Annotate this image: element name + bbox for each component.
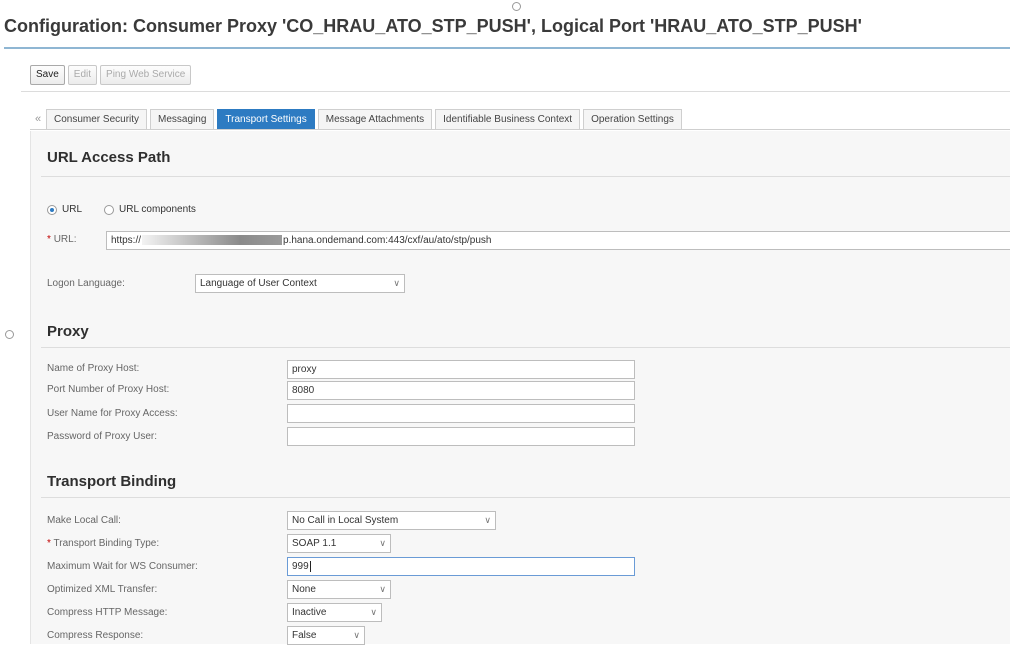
config-frame: Save Edit Ping Web Service « Consumer Se… [21, 58, 1010, 645]
binding-type-select[interactable]: SOAP 1.1 ∨ [287, 534, 391, 553]
section-divider [41, 176, 1010, 177]
url-radio[interactable] [47, 204, 57, 215]
chevron-down-icon: ∨ [379, 538, 386, 548]
chevron-down-icon: ∨ [353, 630, 360, 640]
page-title: Configuration: Consumer Proxy 'CO_HRAU_A… [4, 16, 862, 36]
xml-transfer-select[interactable]: None ∨ [287, 580, 391, 599]
chevron-down-icon: ∨ [393, 278, 400, 288]
url-radio-label: URL [62, 204, 83, 215]
tab-messaging[interactable]: Messaging [150, 109, 215, 129]
compress-http-select[interactable]: Inactive ∨ [287, 603, 382, 622]
title-divider [4, 47, 1010, 49]
chevron-down-icon: ∨ [379, 584, 386, 594]
resize-handle-left[interactable] [5, 330, 14, 339]
tab-consumer-security[interactable]: Consumer Security [46, 109, 148, 129]
proxy-password-input[interactable] [287, 427, 635, 446]
edit-button[interactable]: Edit [67, 65, 98, 85]
proxy-port-label: Port Number of Proxy Host: [47, 384, 170, 395]
text-cursor [309, 560, 311, 572]
max-wait-label: Maximum Wait for WS Consumer: [47, 561, 198, 572]
tab-identifiable-business-context[interactable]: Identifiable Business Context [435, 109, 581, 129]
url-access-path-heading: URL Access Path [47, 149, 171, 166]
section-divider [41, 497, 1010, 498]
proxy-user-input[interactable] [287, 404, 635, 423]
url-input[interactable]: https://p.hana.ondemand.com:443/cxf/au/a… [106, 231, 1010, 250]
redacted-host-mask [142, 235, 283, 246]
url-components-radio-label: URL components [119, 204, 196, 215]
section-divider [41, 347, 1010, 348]
compress-http-label: Compress HTTP Message: [47, 607, 168, 618]
save-button[interactable]: Save [30, 65, 65, 85]
chevron-down-icon: ∨ [484, 515, 491, 525]
tab-operation-settings[interactable]: Operation Settings [583, 109, 682, 129]
compress-response-select[interactable]: False ∨ [287, 626, 365, 645]
tab-message-attachments[interactable]: Message Attachments [317, 109, 433, 129]
tab-scroll-left-icon[interactable]: « [30, 110, 46, 129]
resize-handle-top[interactable] [512, 2, 521, 11]
url-mode-radio-group: URL URL components [47, 204, 196, 215]
url-label: * URL: [47, 234, 77, 245]
tab-strip: « Consumer Security Messaging Transport … [30, 109, 685, 129]
proxy-host-input[interactable]: proxy [287, 360, 635, 379]
xml-transfer-label: Optimized XML Transfer: [47, 584, 158, 595]
tab-transport-settings[interactable]: Transport Settings [217, 109, 315, 129]
proxy-password-label: Password of Proxy User: [47, 431, 158, 442]
ping-web-service-button[interactable]: Ping Web Service [100, 65, 192, 85]
proxy-heading: Proxy [47, 323, 89, 340]
proxy-port-input[interactable]: 8080 [287, 381, 635, 400]
logon-language-select[interactable]: Language of User Context ∨ [195, 274, 405, 293]
chevron-down-icon: ∨ [370, 607, 377, 617]
transport-binding-heading: Transport Binding [47, 473, 177, 490]
compress-response-label: Compress Response: [47, 630, 144, 641]
logon-language-label: Logon Language: [47, 278, 125, 289]
url-components-radio[interactable] [104, 204, 115, 215]
proxy-user-label: User Name for Proxy Access: [47, 408, 178, 419]
proxy-host-label: Name of Proxy Host: [47, 363, 140, 374]
local-call-label: Make Local Call: [47, 515, 121, 526]
binding-type-label: * Transport Binding Type: [47, 538, 160, 549]
max-wait-input[interactable]: 999 [287, 557, 635, 576]
toolbar: Save Edit Ping Web Service [30, 64, 192, 86]
local-call-select[interactable]: No Call in Local System ∨ [287, 511, 496, 530]
tab-divider [30, 129, 1010, 130]
toolbar-divider [21, 91, 1010, 92]
transport-settings-panel: URL Access Path URL URL components * URL… [30, 131, 1010, 645]
